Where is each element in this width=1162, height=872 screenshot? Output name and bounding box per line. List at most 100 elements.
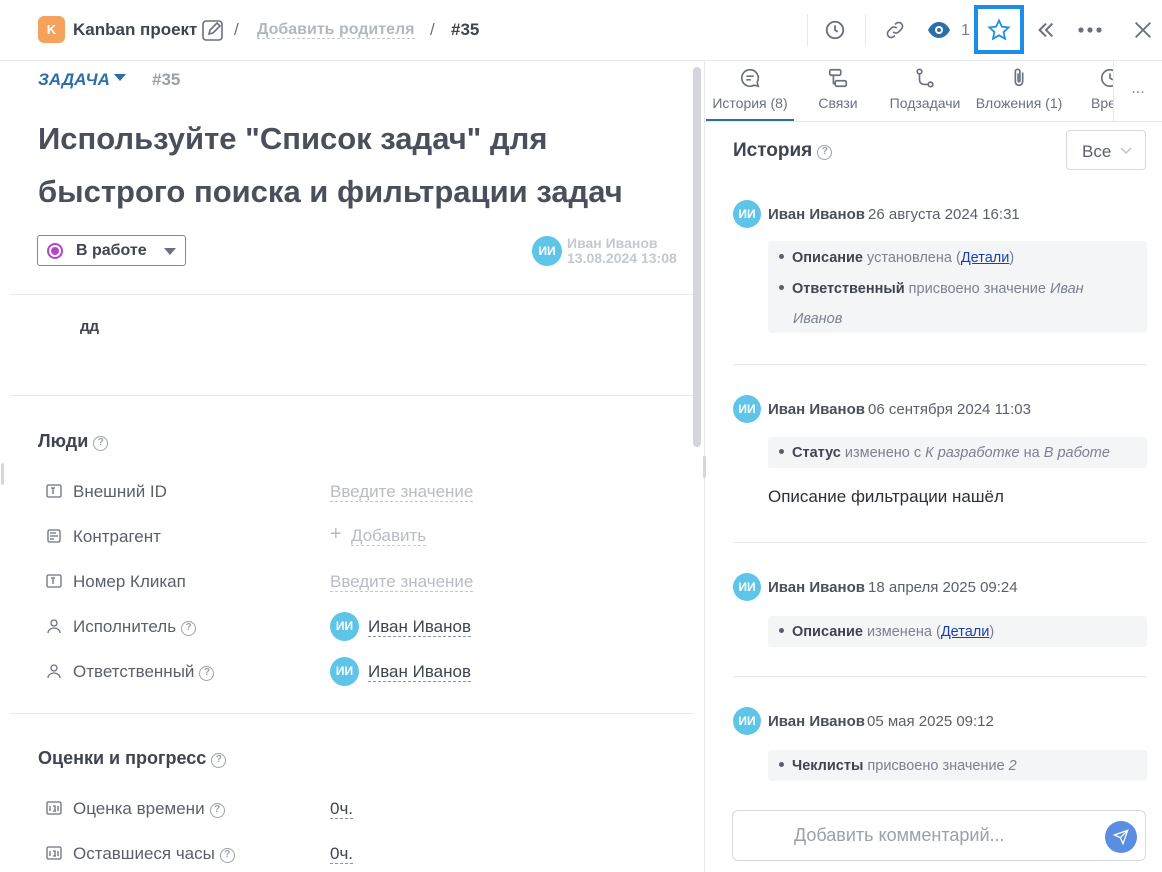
chevron-down-icon <box>1119 143 1133 162</box>
favorite-star-button[interactable] <box>974 5 1024 54</box>
created-date: 13.08.2024 13:08 <box>567 250 677 266</box>
breadcrumb-separator: / <box>430 20 435 39</box>
field-label-time-estimate: Оценка времени? <box>73 799 225 819</box>
tabs-more-button[interactable]: ... <box>1113 61 1162 121</box>
number-field-icon <box>46 845 62 861</box>
tab-time[interactable]: Вре <box>1074 61 1114 120</box>
task-type-dropdown[interactable]: ЗАДАЧА <box>38 70 110 90</box>
comment-placeholder: Добавить комментарий... <box>794 825 1005 845</box>
watch-eye-icon[interactable] <box>923 14 955 46</box>
history-filter-value: Все <box>1082 142 1112 161</box>
status-label: В работе <box>76 242 147 259</box>
help-icon[interactable]: ? <box>211 753 227 768</box>
tab-label: Вре <box>1091 95 1114 111</box>
status-indicator-icon <box>47 243 63 259</box>
responsible-value[interactable]: Иван Иванов <box>368 662 472 682</box>
avatar: ИИ <box>330 657 359 686</box>
divider <box>733 542 1147 543</box>
help-icon[interactable]: ? <box>199 666 215 681</box>
tab-links[interactable]: Связи <box>796 61 880 120</box>
avatar: ИИ <box>733 200 761 228</box>
history-date: 06 сентября 2024 11:03 <box>868 401 1031 418</box>
copy-link-icon[interactable] <box>879 14 911 46</box>
user-icon <box>46 618 62 634</box>
active-tab-indicator <box>706 119 794 121</box>
tab-label: Вложения (1) <box>975 95 1063 111</box>
contractor-icon <box>46 528 62 544</box>
status-dropdown[interactable]: В работе <box>37 235 186 266</box>
time-estimate-value[interactable]: 0ч. <box>330 799 354 819</box>
history-clock-icon[interactable] <box>819 14 851 46</box>
resize-handle[interactable] <box>1 463 4 485</box>
comment-input[interactable]: Добавить комментарий... <box>732 810 1146 861</box>
history-changes: Статус изменено с К разработке на В рабо… <box>768 437 1147 468</box>
task-description[interactable]: дд <box>80 318 99 335</box>
top-bar: K Kanban проект / Добавить родителя / #3… <box>0 0 1162 61</box>
send-icon <box>1113 829 1129 845</box>
task-title[interactable]: Используйте "Список задач" для быстрого … <box>38 112 678 218</box>
history-changes: Описание установлена (Детали) Ответствен… <box>768 241 1147 333</box>
breadcrumb-separator: / <box>234 20 239 39</box>
avatar: ИИ <box>532 236 562 266</box>
history-date: 05 мая 2025 09:12 <box>867 713 994 730</box>
divider <box>733 676 1147 677</box>
tab-attachments[interactable]: Вложения (1) <box>970 61 1068 120</box>
task-card-window: K Kanban проект / Добавить родителя / #3… <box>0 0 1162 872</box>
text-field-icon <box>46 483 62 499</box>
task-title-line: Используйте "Список задач" для <box>38 121 548 156</box>
divider <box>10 713 693 714</box>
history-comment: Описание фильтрации нашёл <box>768 487 1004 506</box>
send-button[interactable] <box>1105 821 1137 853</box>
more-options-icon[interactable] <box>1074 14 1106 46</box>
details-link[interactable]: Детали <box>961 250 1010 266</box>
estimates-section-title: Оценки и прогресс? <box>38 748 227 769</box>
tab-history[interactable]: История (8) <box>706 61 794 120</box>
history-filter-select[interactable]: Все <box>1066 130 1146 170</box>
history-author: Иван Иванов <box>768 401 865 418</box>
number-field-icon <box>46 800 62 816</box>
help-icon[interactable]: ? <box>209 803 225 818</box>
add-contractor-link[interactable]: Добавить <box>351 526 427 546</box>
history-change-line: Ответственный присвоено значение Иван <box>779 281 1084 297</box>
field-label-assignee: Исполнитель? <box>73 617 197 637</box>
history-changes: Чеклисты присвоено значение 2 <box>768 750 1147 781</box>
help-icon[interactable]: ? <box>817 145 833 160</box>
help-icon[interactable]: ? <box>181 621 197 636</box>
paperclip-icon <box>1008 67 1030 94</box>
plus-icon[interactable]: + <box>330 523 342 546</box>
task-title-line: быстрого поиска и фильтрации задач <box>38 174 623 209</box>
assignee-value[interactable]: Иван Иванов <box>368 617 472 637</box>
clickup-number-input[interactable]: Введите значение <box>330 572 474 592</box>
history-author: Иван Иванов <box>768 206 865 223</box>
project-badge[interactable]: K <box>38 16 65 43</box>
field-label-responsible: Ответственный? <box>73 662 215 682</box>
avatar: ИИ <box>733 395 761 423</box>
chevron-down-icon <box>164 248 176 255</box>
add-parent-link[interactable]: Добавить родителя <box>257 21 415 39</box>
external-id-input[interactable]: Введите значение <box>330 482 474 502</box>
help-icon[interactable]: ? <box>93 436 109 451</box>
history-change-line: Иванов <box>793 311 843 327</box>
chat-icon <box>739 67 761 94</box>
collapse-panel-icon[interactable] <box>1030 14 1062 46</box>
field-label-text: Исполнитель <box>73 617 177 636</box>
links-icon <box>827 67 849 94</box>
left-pane-scrollbar[interactable] <box>693 67 701 447</box>
people-section-title: Люди? <box>38 431 109 452</box>
history-change-line: Описание установлена (Детали) <box>779 250 1014 266</box>
field-label-text: Ответственный <box>73 662 195 681</box>
section-title-text: Люди <box>38 431 89 451</box>
project-name[interactable]: Kanban проект <box>73 20 197 40</box>
field-label-text: Оценка времени <box>73 799 205 818</box>
close-icon[interactable] <box>1127 14 1159 46</box>
chevron-down-icon[interactable] <box>114 74 126 81</box>
edit-project-icon[interactable] <box>201 18 227 44</box>
help-icon[interactable]: ? <box>219 848 235 863</box>
details-link[interactable]: Детали <box>941 624 990 640</box>
resize-handle[interactable] <box>703 456 706 478</box>
field-label-contractor: Контрагент <box>73 527 161 546</box>
tab-subtasks[interactable]: Подзадачи <box>882 61 968 120</box>
remaining-hours-value[interactable]: 0ч. <box>330 844 354 864</box>
history-title-text: История <box>733 140 813 161</box>
history-title: История? <box>733 140 833 162</box>
